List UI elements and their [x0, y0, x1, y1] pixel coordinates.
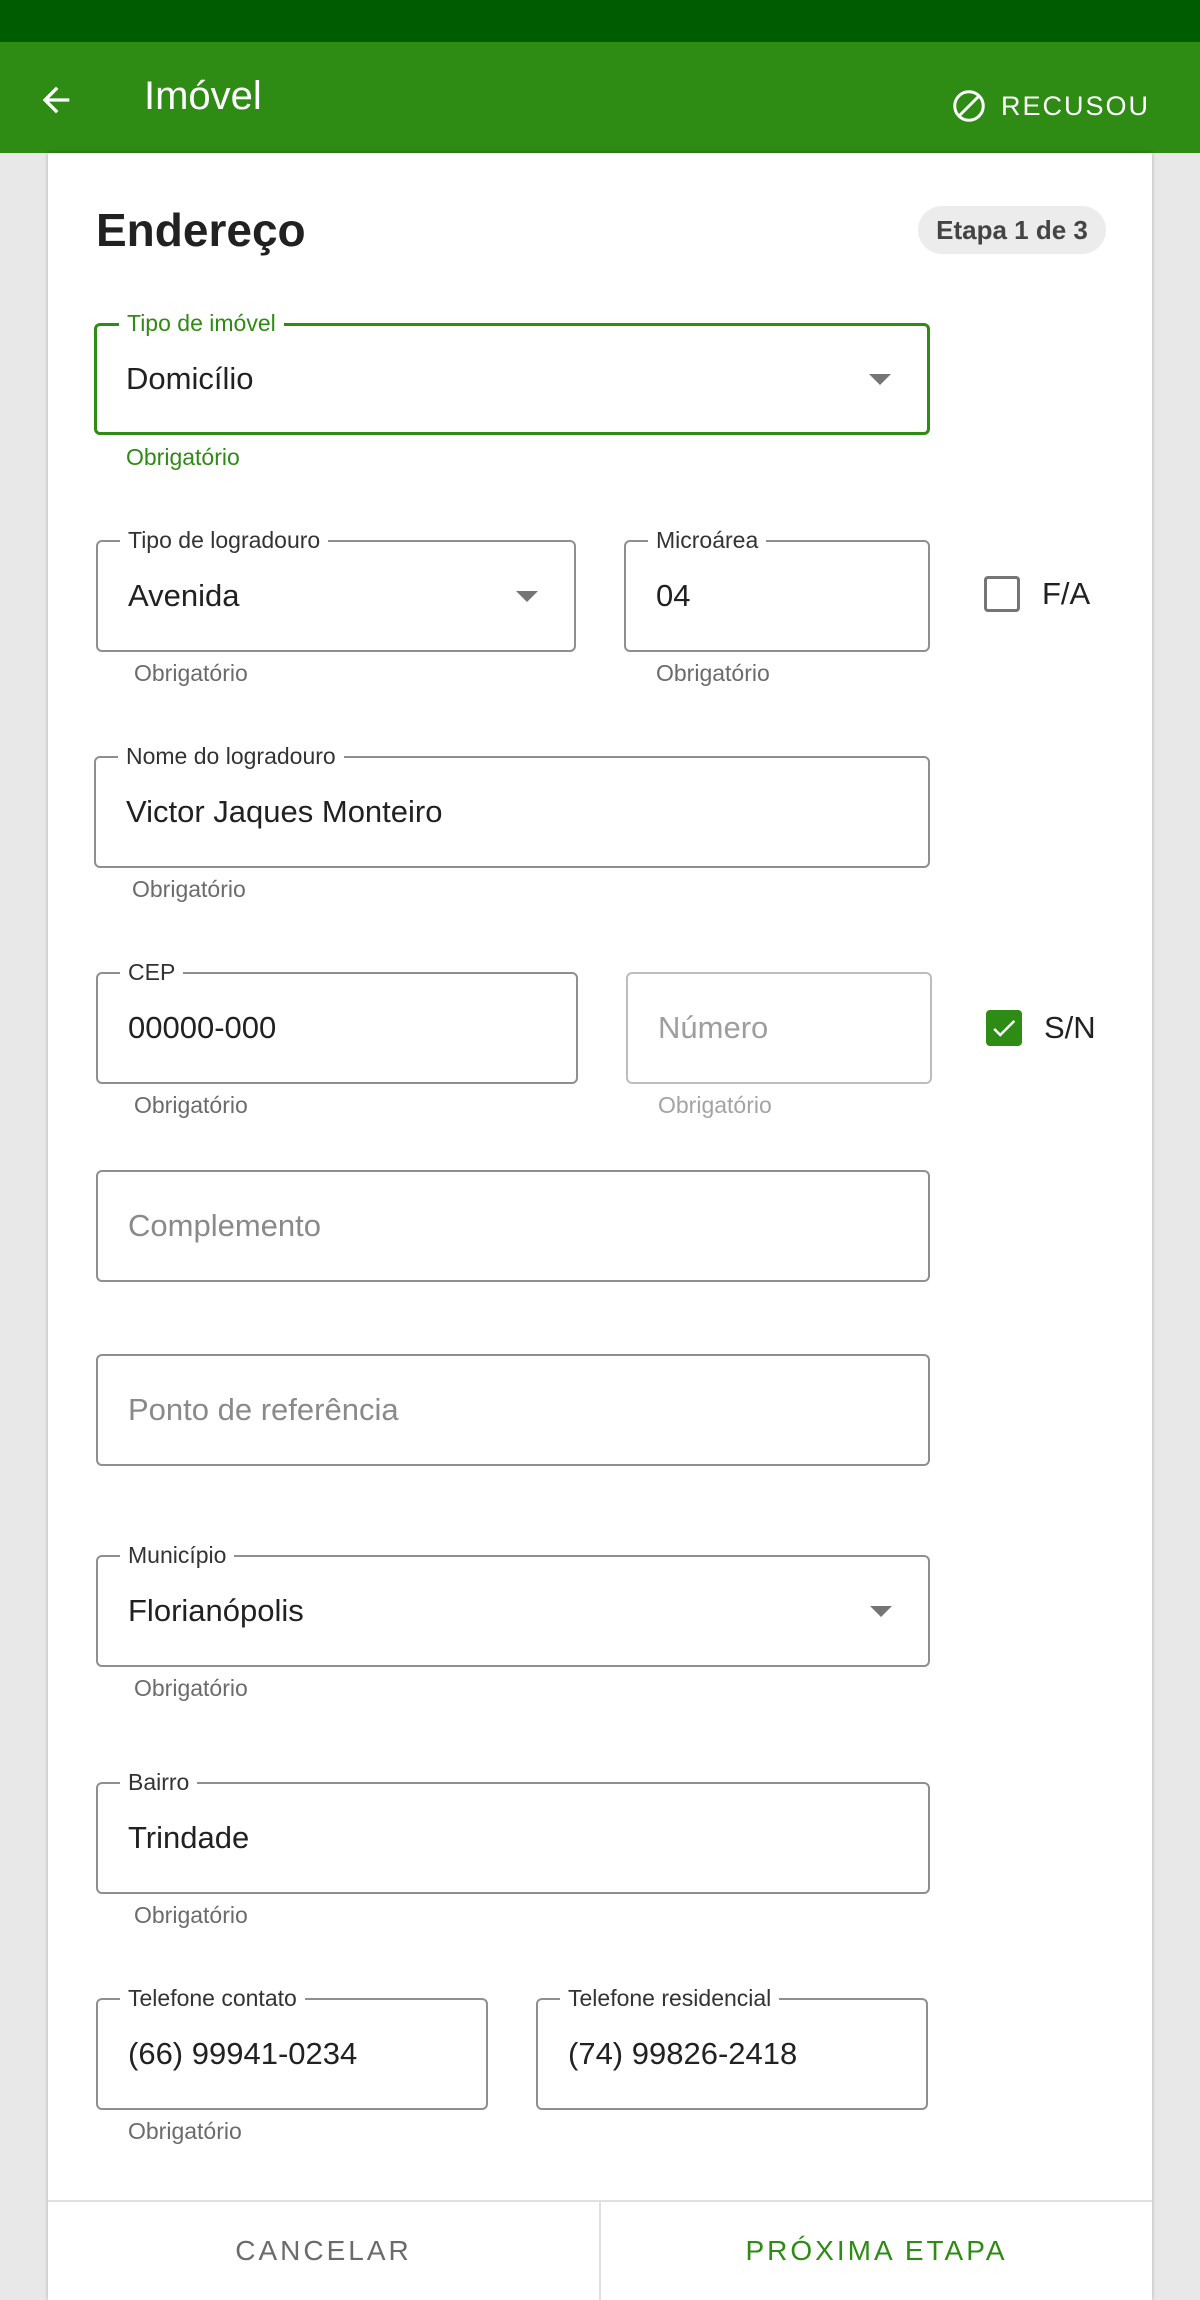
fa-checkbox-box[interactable] — [984, 576, 1020, 612]
app-bar: Imóvel RECUSOU — [0, 42, 1200, 153]
block-icon — [953, 90, 985, 122]
status-bar — [0, 0, 1200, 42]
reference-point-input[interactable]: Ponto de referência — [96, 1354, 930, 1466]
micro-area-value: 04 — [656, 578, 691, 613]
street-name-helper: Obrigatório — [132, 876, 246, 902]
home-phone-value: (74) 99826-2418 — [568, 2036, 798, 2071]
refused-button-label: RECUSOU — [1000, 90, 1150, 121]
check-icon — [993, 1019, 1016, 1037]
dropdown-arrow-icon[interactable] — [516, 591, 538, 602]
reference-point-placeholder: Ponto de referência — [128, 1392, 399, 1427]
next-step-button[interactable]: PRÓXIMA ETAPA — [601, 2202, 1152, 2300]
micro-area-input[interactable]: Microárea 04 — [624, 527, 930, 652]
number-input[interactable]: Número — [626, 972, 932, 1084]
dropdown-arrow-icon[interactable] — [869, 374, 891, 385]
street-type-value: Avenida — [128, 578, 240, 613]
number-placeholder: Número — [658, 1010, 769, 1045]
street-name-value: Victor Jaques Monteiro — [126, 794, 443, 829]
property-type-select[interactable]: Tipo de imóvel Domicílio — [94, 310, 930, 435]
municipality-value: Florianópolis — [128, 1593, 304, 1628]
fa-checkbox-label: F/A — [1042, 576, 1091, 611]
contact-phone-helper: Obrigatório — [128, 2118, 242, 2144]
sn-checkbox[interactable]: S/N — [986, 1010, 1096, 1046]
street-name-input[interactable]: Nome do logradouro Victor Jaques Monteir… — [94, 743, 930, 868]
property-type-value: Domicílio — [126, 361, 254, 396]
cancel-button[interactable]: CANCELAR — [48, 2202, 601, 2300]
cep-input[interactable]: CEP 00000-000 — [96, 959, 578, 1084]
property-type-helper: Obrigatório — [126, 444, 240, 470]
step-badge: Etapa 1 de 3 — [918, 206, 1106, 254]
neighborhood-value: Trindade — [128, 1820, 250, 1855]
page-title: Imóvel — [144, 74, 262, 118]
contact-phone-input[interactable]: Telefone contato (66) 99941-0234 — [96, 1985, 488, 2110]
fa-checkbox[interactable]: F/A — [984, 576, 1090, 612]
complement-input[interactable]: Complemento — [96, 1170, 930, 1282]
sn-checkbox-box[interactable] — [986, 1010, 1022, 1046]
cep-helper: Obrigatório — [134, 1092, 248, 1118]
dropdown-arrow-icon[interactable] — [870, 1606, 892, 1617]
neighborhood-input[interactable]: Bairro Trindade — [96, 1769, 930, 1894]
complement-placeholder: Complemento — [128, 1208, 321, 1243]
street-type-helper: Obrigatório — [134, 660, 248, 686]
neighborhood-helper: Obrigatório — [134, 1902, 248, 1928]
street-type-select[interactable]: Tipo de logradouro Avenida — [96, 527, 576, 652]
section-title: Endereço — [96, 204, 306, 256]
sn-checkbox-label: S/N — [1044, 1010, 1096, 1045]
number-helper: Obrigatório — [658, 1092, 772, 1118]
back-button[interactable] — [28, 72, 84, 128]
municipality-select[interactable]: Município Florianópolis — [96, 1542, 930, 1667]
contact-phone-value: (66) 99941-0234 — [128, 2036, 358, 2071]
refused-button[interactable]: RECUSOU — [951, 82, 1150, 130]
cep-value: 00000-000 — [128, 1010, 277, 1045]
micro-area-helper: Obrigatório — [656, 660, 770, 686]
arrow-back-icon — [42, 86, 70, 114]
municipality-helper: Obrigatório — [134, 1675, 248, 1701]
home-phone-input[interactable]: Telefone residencial (74) 99826-2418 — [536, 1985, 928, 2110]
bottom-action-bar: CANCELAR PRÓXIMA ETAPA — [48, 2200, 1152, 2300]
